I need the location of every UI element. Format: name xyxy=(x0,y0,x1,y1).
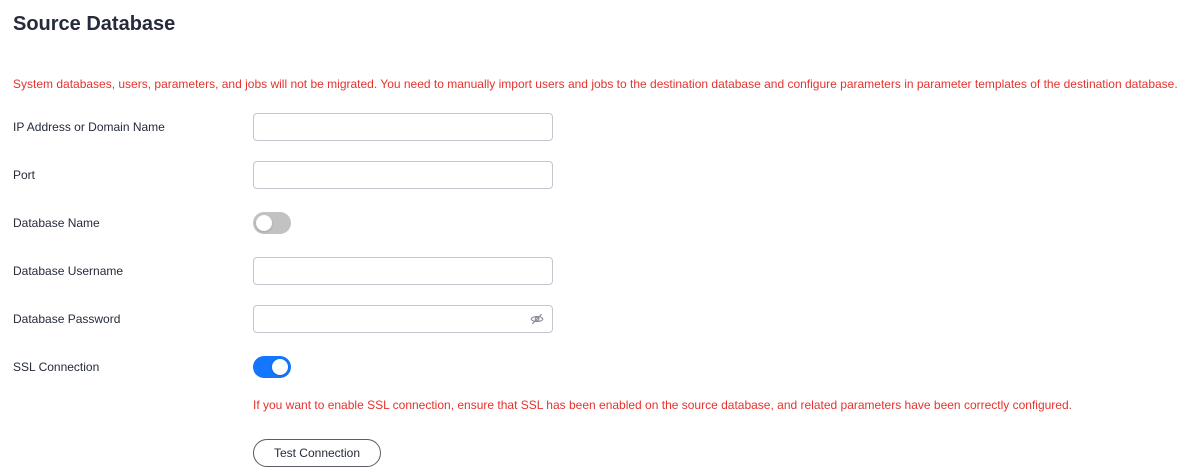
switch-knob xyxy=(256,215,272,231)
port-row: Port xyxy=(13,161,573,189)
database-name-row: Database Name xyxy=(13,209,573,237)
ssl-connection-label: SSL Connection xyxy=(13,360,100,374)
database-username-row: Database Username xyxy=(13,257,573,285)
database-username-input[interactable] xyxy=(253,257,553,285)
switch-knob xyxy=(272,359,288,375)
database-password-row: Database Password xyxy=(13,305,573,333)
database-username-label: Database Username xyxy=(13,264,124,278)
database-name-switch[interactable] xyxy=(253,212,291,234)
ssl-connection-row: SSL Connection xyxy=(13,353,573,381)
migration-notice: System databases, users, parameters, and… xyxy=(13,77,1178,91)
port-input[interactable] xyxy=(253,161,553,189)
eye-slash-icon[interactable] xyxy=(530,312,544,326)
database-password-input[interactable] xyxy=(253,305,553,333)
ip-address-label: IP Address or Domain Name xyxy=(13,120,165,134)
password-field xyxy=(253,305,553,333)
ip-address-input[interactable] xyxy=(253,113,553,141)
database-name-label: Database Name xyxy=(13,216,100,230)
port-label: Port xyxy=(13,168,36,182)
test-connection-button[interactable]: Test Connection xyxy=(253,439,381,467)
ip-address-row: IP Address or Domain Name xyxy=(13,113,573,141)
page-title: Source Database xyxy=(13,13,176,35)
ssl-connection-switch[interactable] xyxy=(253,356,291,378)
database-password-label: Database Password xyxy=(13,312,121,326)
ssl-hint: If you want to enable SSL connection, en… xyxy=(253,398,1072,412)
